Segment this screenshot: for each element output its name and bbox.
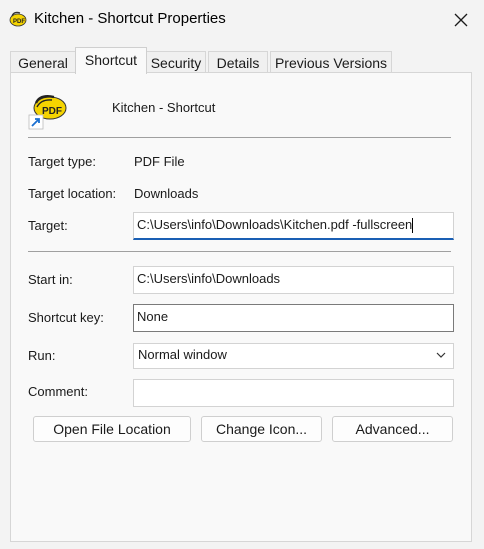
close-button[interactable] — [438, 0, 484, 40]
comment-input[interactable] — [133, 379, 454, 407]
run-select[interactable]: Normal window — [133, 343, 454, 369]
shortcut-key-input[interactable]: None — [133, 304, 454, 332]
chevron-down-icon — [436, 352, 446, 358]
window-title: Kitchen - Shortcut Properties — [34, 10, 226, 27]
pdf-shortcut-icon: PDF — [28, 95, 67, 130]
close-icon — [454, 13, 468, 27]
comment-label: Comment: — [28, 384, 88, 399]
target-location-label: Target location: — [28, 186, 117, 201]
text-caret — [412, 218, 414, 234]
separator-top — [28, 137, 451, 138]
separator-middle — [28, 251, 451, 252]
tab-details[interactable]: Details — [208, 51, 268, 73]
target-input-text: C:\Users\info\Downloads\Kitchen.pdf -ful… — [137, 217, 413, 232]
change-icon-button[interactable]: Change Icon... — [201, 416, 322, 442]
shortcut-name: Kitchen - Shortcut — [112, 100, 216, 115]
target-label: Target: — [28, 218, 68, 233]
start-in-text: C:\Users\info\Downloads — [137, 271, 281, 286]
tab-general[interactable]: General — [10, 51, 76, 73]
svg-text:PDF: PDF — [13, 19, 25, 25]
title-bar: PDF Kitchen - Shortcut Properties — [0, 0, 484, 40]
target-location-value: Downloads — [134, 186, 199, 201]
shortcut-key-text: None — [137, 309, 169, 324]
tab-security[interactable]: Security — [146, 51, 206, 73]
run-select-value: Normal window — [138, 347, 227, 362]
target-type-label: Target type: — [28, 154, 96, 169]
target-type-value: PDF File — [134, 154, 185, 169]
icon-label: PDF — [42, 106, 62, 117]
tab-shortcut[interactable]: Shortcut — [75, 47, 147, 74]
tab-previous-versions[interactable]: Previous Versions — [270, 51, 392, 73]
target-input[interactable]: C:\Users\info\Downloads\Kitchen.pdf -ful… — [133, 212, 454, 240]
pdf-app-icon: PDF — [9, 11, 27, 27]
open-file-location-button[interactable]: Open File Location — [33, 416, 191, 442]
run-label: Run: — [28, 348, 56, 363]
start-in-input[interactable]: C:\Users\info\Downloads — [133, 266, 454, 294]
advanced-button[interactable]: Advanced... — [332, 416, 453, 442]
start-in-label: Start in: — [28, 272, 73, 287]
shortcut-key-label: Shortcut key: — [28, 310, 104, 325]
